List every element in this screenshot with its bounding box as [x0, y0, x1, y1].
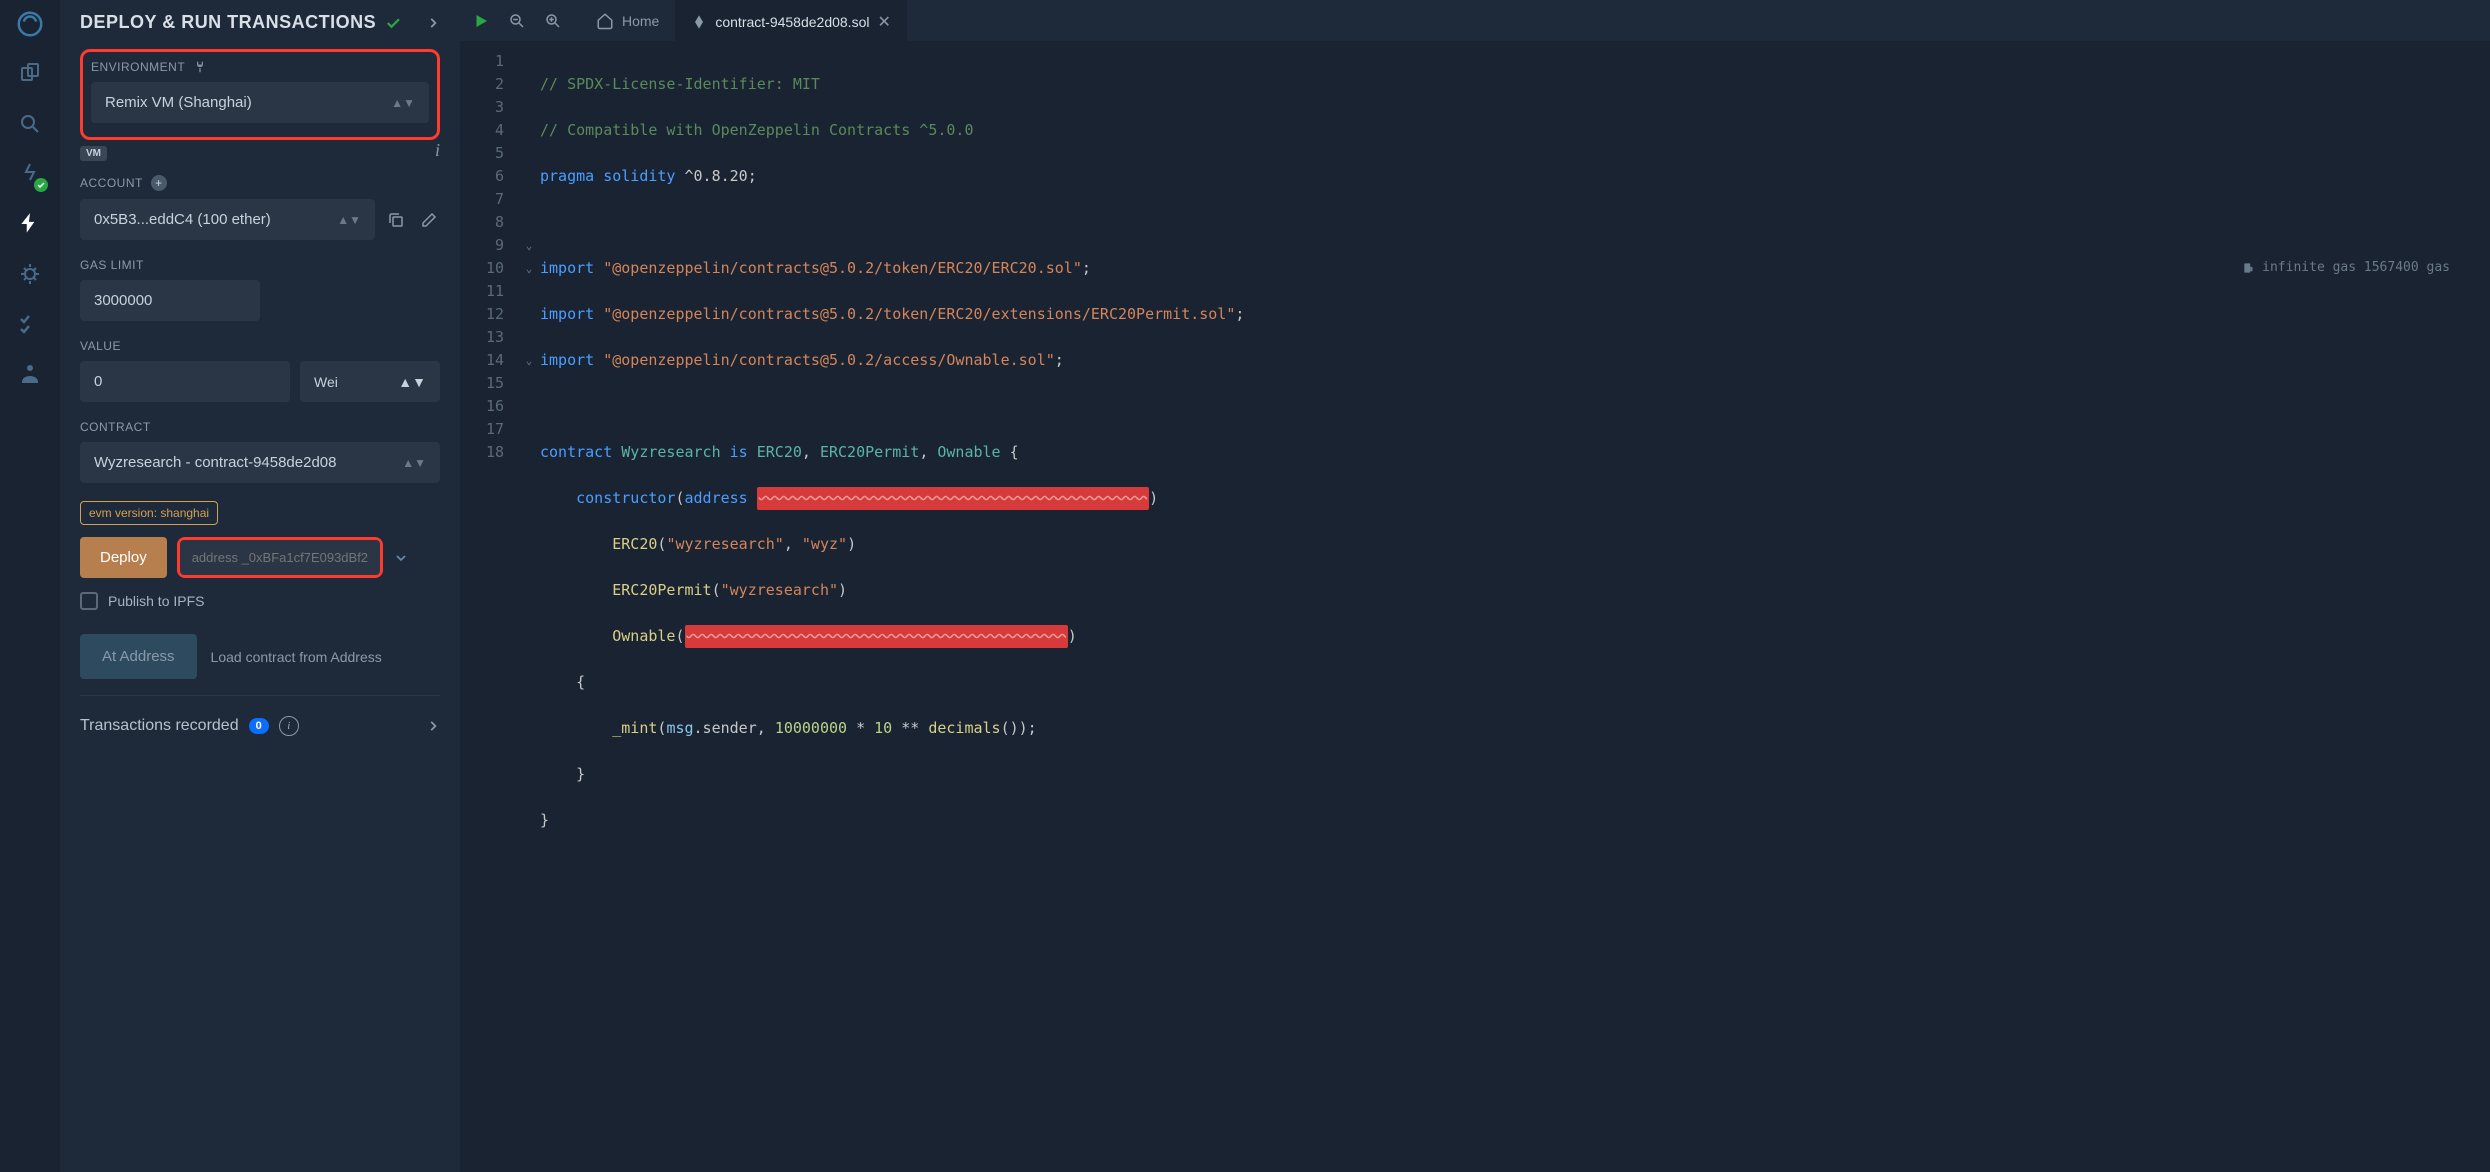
gas-limit-input[interactable]: 3000000 — [80, 280, 260, 321]
publish-ipfs-checkbox[interactable] — [80, 592, 98, 610]
check-icon — [384, 14, 402, 32]
tx-count-badge: 0 — [249, 718, 269, 734]
gas-limit-label: GAS LIMIT — [80, 258, 440, 272]
contract-label: CONTRACT — [80, 420, 440, 434]
at-address-button[interactable]: At Address — [80, 634, 197, 679]
evm-version-badge: evm version: shanghai — [80, 501, 218, 525]
editor-toolbar: Home contract-9458de2d08.sol ✕ — [460, 0, 2490, 42]
icon-sidebar — [0, 0, 60, 1172]
edit-icon[interactable] — [417, 206, 440, 234]
info-circle-icon[interactable]: i — [279, 716, 299, 736]
environment-highlight: ENVIRONMENT Remix VM (Shanghai) ▲▼ — [80, 49, 440, 140]
value-input[interactable]: 0 — [80, 361, 290, 402]
add-account-icon[interactable]: + — [151, 175, 167, 191]
solidity-icon — [691, 14, 707, 30]
chevron-right-icon[interactable] — [426, 719, 440, 733]
chevron-right-icon[interactable] — [426, 16, 440, 30]
zoom-out-icon[interactable] — [508, 12, 526, 30]
copy-icon[interactable] — [385, 206, 408, 234]
value-label: VALUE — [80, 339, 440, 353]
file-explorer-icon[interactable] — [14, 58, 46, 90]
checklist-icon[interactable] — [14, 308, 46, 340]
debugger-icon[interactable] — [14, 258, 46, 290]
plug-icon — [193, 60, 207, 74]
editor-area: Home contract-9458de2d08.sol ✕ 123456789… — [460, 0, 2490, 1172]
library-icon[interactable] — [14, 358, 46, 390]
tab-home[interactable]: Home — [580, 0, 675, 42]
zoom-in-icon[interactable] — [544, 12, 562, 30]
fold-gutter: ⌄⌄⌄ — [518, 42, 540, 1172]
environment-select[interactable]: Remix VM (Shanghai) ▲▼ — [91, 82, 429, 123]
account-select[interactable]: 0x5B3...eddC4 (100 ether) ▲▼ — [80, 199, 375, 240]
gas-hint: infinite gas 1567400 gas — [2242, 260, 2450, 275]
transactions-recorded-label: Transactions recorded — [80, 717, 239, 735]
deploy-icon[interactable] — [14, 208, 46, 240]
gas-pump-icon — [2242, 261, 2256, 275]
unit-select[interactable]: Wei▲▼ — [300, 361, 440, 402]
deploy-address-highlight — [177, 537, 383, 578]
account-label: ACCOUNT — [80, 176, 143, 190]
line-numbers: 123456789101112131415161718 — [460, 42, 518, 1172]
panel-title: DEPLOY & RUN TRANSACTIONS — [80, 12, 376, 33]
compiler-icon[interactable] — [14, 158, 46, 190]
divider — [80, 695, 440, 696]
deploy-panel: DEPLOY & RUN TRANSACTIONS ENVIRONMENT Re… — [60, 0, 460, 1172]
deploy-address-input[interactable] — [180, 540, 380, 575]
play-icon[interactable] — [472, 12, 490, 30]
code-content: // SPDX-License-Identifier: MIT // Compa… — [540, 42, 2490, 1172]
load-contract-label: Load contract from Address — [211, 649, 382, 665]
contract-select[interactable]: Wyzresearch - contract-9458de2d08 ▲▼ — [80, 442, 440, 483]
code-editor[interactable]: 123456789101112131415161718 ⌄⌄⌄ // SPDX-… — [460, 42, 2490, 1172]
info-icon[interactable]: i — [435, 140, 440, 161]
tab-contract-file[interactable]: contract-9458de2d08.sol ✕ — [675, 0, 907, 42]
chevron-down-icon[interactable] — [393, 550, 409, 566]
remix-logo-icon[interactable] — [14, 8, 46, 40]
deploy-button[interactable]: Deploy — [80, 537, 167, 578]
tab-close-icon[interactable]: ✕ — [877, 12, 890, 32]
search-icon[interactable] — [14, 108, 46, 140]
home-icon — [596, 12, 614, 30]
environment-label: ENVIRONMENT — [91, 60, 185, 74]
vm-badge: VM — [80, 146, 107, 161]
publish-ipfs-label: Publish to IPFS — [108, 593, 205, 609]
